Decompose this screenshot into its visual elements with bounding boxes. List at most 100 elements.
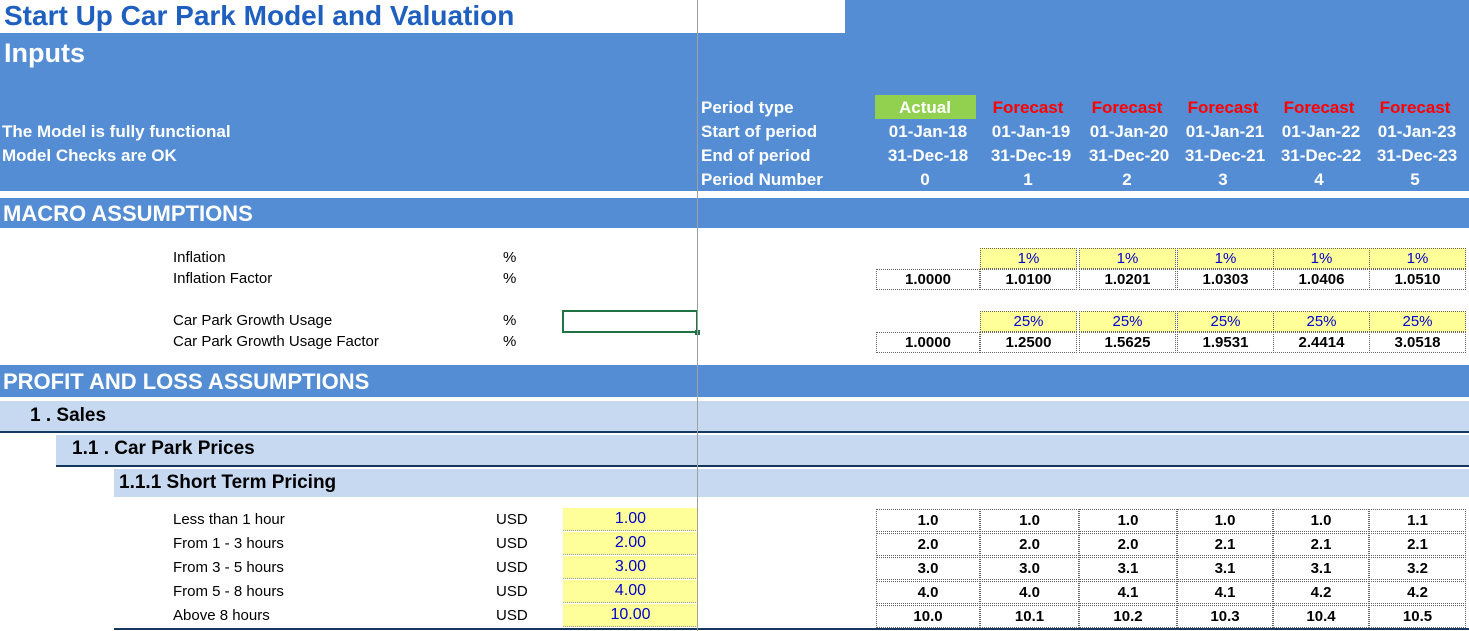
row-label-growth-usage: Car Park Growth Usage xyxy=(173,312,333,329)
period-number-2: 2 xyxy=(1122,170,1132,189)
price-unit-0: USD xyxy=(496,511,528,528)
price-value-1-2[interactable]: 2.0 xyxy=(1079,533,1177,556)
price-value-1-3[interactable]: 2.1 xyxy=(1177,533,1273,556)
column-gridline xyxy=(697,0,698,631)
sales-band xyxy=(0,401,1469,431)
period-number-1: 1 xyxy=(1023,170,1033,189)
inflation-factor-4[interactable]: 1.0406 xyxy=(1273,269,1370,290)
price-value-0-4[interactable]: 1.0 xyxy=(1273,509,1369,532)
price-value-2-0[interactable]: 3.0 xyxy=(876,557,980,580)
price-value-3-4[interactable]: 4.2 xyxy=(1273,581,1369,604)
period-number-5: 5 xyxy=(1410,170,1420,189)
start-of-period-label: Start of period xyxy=(701,122,818,141)
price-input-2[interactable]: 3.00 xyxy=(563,556,698,579)
model-checks-status: Model Checks are OK xyxy=(2,146,177,165)
price-label-0: Less than 1 hour xyxy=(173,511,285,528)
row-label-growth-usage-factor: Car Park Growth Usage Factor xyxy=(173,333,379,350)
inflation-factor-5[interactable]: 1.0510 xyxy=(1369,269,1466,290)
price-input-4[interactable]: 10.00 xyxy=(563,604,698,627)
inflation-value-5[interactable]: 1% xyxy=(1369,248,1466,269)
price-value-4-0[interactable]: 10.0 xyxy=(876,605,980,628)
period-end-0: 31-Dec-18 xyxy=(887,146,969,165)
inflation-factor-1[interactable]: 1.0100 xyxy=(980,269,1077,290)
prices-heading: 1.1 . Car Park Prices xyxy=(72,438,255,459)
price-unit-3: USD xyxy=(496,583,528,600)
growth-usage-factor-0[interactable]: 1.0000 xyxy=(876,332,980,353)
model-functional-status: The Model is fully functional xyxy=(2,122,231,141)
price-value-0-0[interactable]: 1.0 xyxy=(876,509,980,532)
price-label-4: Above 8 hours xyxy=(173,607,270,624)
row-unit-growth-usage-factor: % xyxy=(503,333,517,350)
inflation-factor-2[interactable]: 1.0201 xyxy=(1079,269,1176,290)
price-value-2-3[interactable]: 3.1 xyxy=(1177,557,1273,580)
price-input-1[interactable]: 2.00 xyxy=(563,532,698,555)
period-type-1: Forecast xyxy=(992,98,1064,117)
price-value-3-3[interactable]: 4.1 xyxy=(1177,581,1273,604)
inflation-value-1[interactable]: 1% xyxy=(980,248,1077,269)
header-band-right xyxy=(845,0,1469,33)
price-value-2-5[interactable]: 3.2 xyxy=(1369,557,1466,580)
price-value-4-2[interactable]: 10.2 xyxy=(1079,605,1177,628)
row-unit-inflation: % xyxy=(503,249,517,266)
price-value-0-5[interactable]: 1.1 xyxy=(1369,509,1466,532)
end-of-period-label: End of period xyxy=(701,146,811,165)
price-value-2-2[interactable]: 3.1 xyxy=(1079,557,1177,580)
period-end-5: 31-Dec-23 xyxy=(1376,146,1458,165)
prices-underline xyxy=(56,465,1469,467)
pl-heading: PROFIT AND LOSS ASSUMPTIONS xyxy=(3,369,370,394)
period-type-3: Forecast xyxy=(1187,98,1259,117)
growth-usage-value-2[interactable]: 25% xyxy=(1079,311,1176,332)
row-unit-growth-usage: % xyxy=(503,312,517,329)
inflation-factor-0[interactable]: 1.0000 xyxy=(876,269,980,290)
price-value-1-1[interactable]: 2.0 xyxy=(980,533,1079,556)
growth-usage-factor-4[interactable]: 2.4414 xyxy=(1273,332,1370,353)
price-value-1-0[interactable]: 2.0 xyxy=(876,533,980,556)
price-value-1-5[interactable]: 2.1 xyxy=(1369,533,1466,556)
growth-usage-factor-3[interactable]: 1.9531 xyxy=(1177,332,1274,353)
price-value-4-4[interactable]: 10.4 xyxy=(1273,605,1369,628)
selected-cell[interactable] xyxy=(562,310,698,333)
price-value-0-2[interactable]: 1.0 xyxy=(1079,509,1177,532)
inflation-value-4[interactable]: 1% xyxy=(1273,248,1370,269)
pricing-bottom-line xyxy=(114,628,1469,630)
growth-usage-value-4[interactable]: 25% xyxy=(1273,311,1370,332)
inflation-factor-3[interactable]: 1.0303 xyxy=(1177,269,1274,290)
price-input-3[interactable]: 4.00 xyxy=(563,580,698,603)
period-type-0: Actual xyxy=(899,98,951,117)
inputs-heading: Inputs xyxy=(4,38,85,68)
inflation-value-3[interactable]: 1% xyxy=(1177,248,1274,269)
growth-usage-value-5[interactable]: 25% xyxy=(1369,311,1466,332)
price-value-2-4[interactable]: 3.1 xyxy=(1273,557,1369,580)
period-start-3: 01-Jan-21 xyxy=(1185,122,1265,141)
period-start-2: 01-Jan-20 xyxy=(1089,122,1169,141)
period-number-4: 4 xyxy=(1314,170,1324,189)
price-unit-1: USD xyxy=(496,535,528,552)
growth-usage-value-1[interactable]: 25% xyxy=(980,311,1077,332)
period-number-label: Period Number xyxy=(701,170,823,189)
growth-usage-factor-5[interactable]: 3.0518 xyxy=(1369,332,1466,353)
period-type-label: Period type xyxy=(701,98,794,117)
price-value-3-2[interactable]: 4.1 xyxy=(1079,581,1177,604)
growth-usage-factor-2[interactable]: 1.5625 xyxy=(1079,332,1176,353)
price-unit-2: USD xyxy=(496,559,528,576)
price-value-3-0[interactable]: 4.0 xyxy=(876,581,980,604)
price-value-4-1[interactable]: 10.1 xyxy=(980,605,1079,628)
price-value-2-1[interactable]: 3.0 xyxy=(980,557,1079,580)
prices-band xyxy=(56,435,1469,465)
price-value-0-1[interactable]: 1.0 xyxy=(980,509,1079,532)
inflation-value-2[interactable]: 1% xyxy=(1079,248,1176,269)
growth-usage-factor-1[interactable]: 1.2500 xyxy=(980,332,1077,353)
period-number-3: 3 xyxy=(1218,170,1228,189)
price-label-1: From 1 - 3 hours xyxy=(173,535,284,552)
price-input-0[interactable]: 1.00 xyxy=(563,508,698,531)
growth-usage-value-3[interactable]: 25% xyxy=(1177,311,1274,332)
price-value-3-5[interactable]: 4.2 xyxy=(1369,581,1466,604)
price-value-4-5[interactable]: 10.5 xyxy=(1369,605,1466,628)
page-title: Start Up Car Park Model and Valuation xyxy=(4,0,515,31)
price-value-1-4[interactable]: 2.1 xyxy=(1273,533,1369,556)
period-type-5: Forecast xyxy=(1379,98,1451,117)
price-value-0-3[interactable]: 1.0 xyxy=(1177,509,1273,532)
row-label-inflation-factor: Inflation Factor xyxy=(173,270,273,287)
price-value-3-1[interactable]: 4.0 xyxy=(980,581,1079,604)
price-value-4-3[interactable]: 10.3 xyxy=(1177,605,1273,628)
